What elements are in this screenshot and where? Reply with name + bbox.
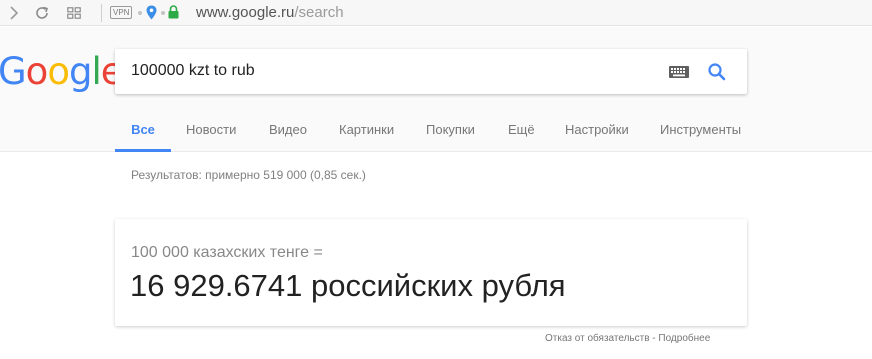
vpn-badge[interactable]: VPN bbox=[110, 6, 133, 19]
separator-dot bbox=[161, 11, 165, 15]
search-box bbox=[115, 49, 747, 94]
forward-icon[interactable] bbox=[4, 3, 24, 23]
logo-letter: o bbox=[47, 50, 70, 93]
keyboard-icon[interactable] bbox=[669, 65, 689, 83]
tab-shopping[interactable]: Покупки bbox=[426, 109, 475, 152]
logo-letter: o bbox=[25, 50, 49, 93]
logo-letter: g bbox=[68, 50, 92, 93]
tab-videos[interactable]: Видео bbox=[269, 109, 307, 152]
disclaimer-link[interactable]: Отказ от обязательств - Подробнее bbox=[545, 333, 710, 344]
tab-settings[interactable]: Настройки bbox=[565, 109, 629, 152]
google-logo[interactable]: Google bbox=[0, 50, 123, 94]
location-icon[interactable] bbox=[146, 5, 157, 25]
converter-from-amount: 100 000 казахских тенге = bbox=[131, 244, 323, 261]
tab-images[interactable]: Картинки bbox=[339, 109, 394, 152]
toolbar-divider bbox=[101, 4, 102, 22]
address-host: www.google.ru bbox=[196, 4, 295, 21]
currency-converter-card: 100 000 казахских тенге = 16 929.6741 ро… bbox=[115, 219, 747, 326]
search-input[interactable] bbox=[131, 59, 651, 83]
tab-all[interactable]: Все bbox=[115, 109, 171, 152]
logo-letter: G bbox=[0, 50, 27, 93]
converter-result: 16 929.6741 российских рубля bbox=[130, 268, 566, 303]
logo-letter: l bbox=[91, 50, 101, 93]
reload-icon[interactable] bbox=[32, 3, 52, 23]
tab-news[interactable]: Новости bbox=[186, 109, 236, 152]
lock-icon[interactable] bbox=[168, 5, 179, 24]
result-stats: Результатов: примерно 519 000 (0,85 сек.… bbox=[131, 168, 366, 182]
tab-more[interactable]: Ещё bbox=[508, 109, 535, 152]
address-bar[interactable]: www.google.ru/search bbox=[196, 4, 344, 22]
tab-tools[interactable]: Инструменты bbox=[660, 109, 741, 152]
separator-dot bbox=[138, 11, 142, 15]
browser-toolbar: VPN www.google.ru/search bbox=[0, 0, 872, 26]
google-header: Google Все Новости Видео Картинки Покупк… bbox=[0, 27, 872, 152]
search-icon[interactable] bbox=[707, 62, 727, 87]
speed-dial-icon[interactable] bbox=[64, 3, 84, 23]
address-path: /search bbox=[294, 4, 344, 21]
